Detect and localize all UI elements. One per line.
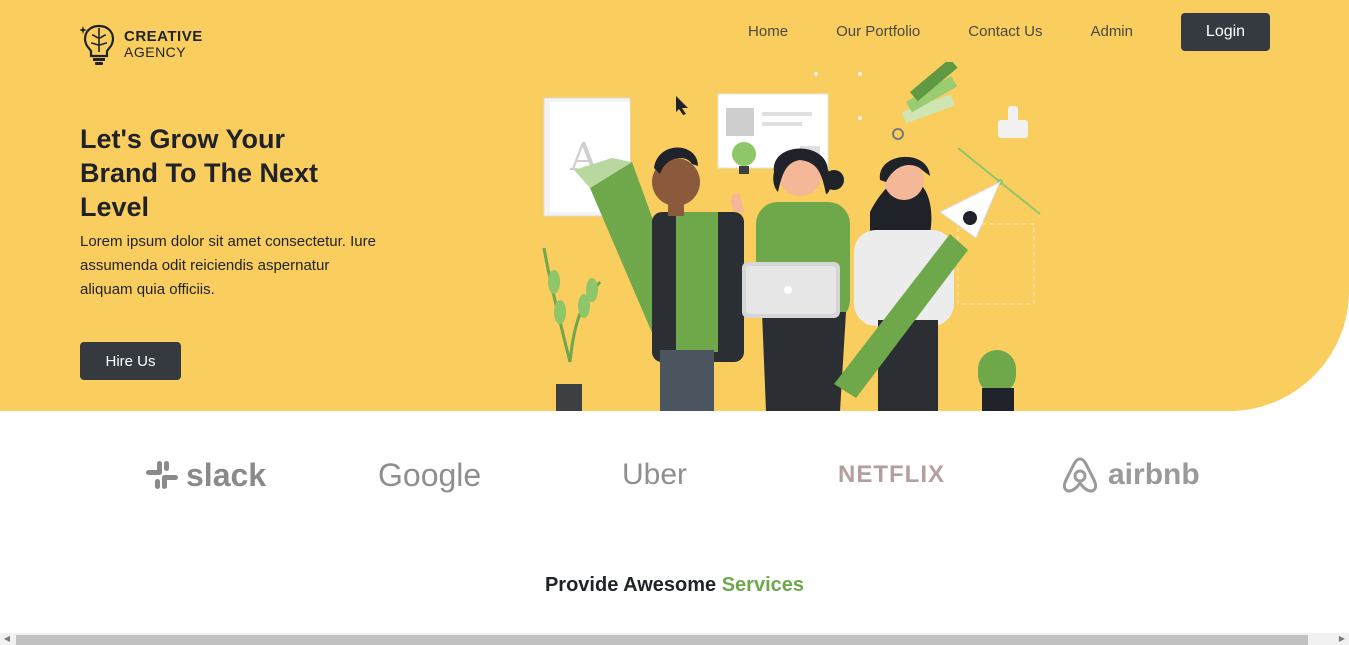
nav-home[interactable]: Home	[748, 13, 788, 51]
airbnb-icon	[1062, 457, 1098, 493]
hero-section: CREATIVE AGENCY Home Our Portfolio Conta…	[0, 0, 1349, 411]
hire-us-button[interactable]: Hire Us	[80, 342, 181, 380]
netflix-logo: NETFLIX	[838, 452, 945, 498]
uber-logo-text: Uber	[622, 458, 688, 491]
cactus-icon	[978, 350, 1016, 411]
woman-right-figure	[834, 156, 1001, 411]
color-swatch-icon	[892, 62, 958, 140]
main-nav: Home Our Portfolio Contact Us Admin Logi…	[748, 13, 1270, 51]
team-creative-illustration: A	[542, 62, 1041, 411]
scroll-left-arrow-icon[interactable]: ◀	[0, 633, 14, 645]
services-heading-highlight: Services	[721, 574, 805, 596]
airbnb-logo-text: airbnb	[1108, 458, 1200, 491]
services-heading-prefix: Provide Awesome	[544, 574, 722, 596]
slack-logo-text: slack	[186, 456, 267, 493]
nav-admin[interactable]: Admin	[1090, 13, 1133, 51]
thumbs-up-icon	[998, 106, 1028, 138]
login-button[interactable]: Login	[1181, 13, 1270, 51]
nav-our-portfolio[interactable]: Our Portfolio	[836, 13, 920, 51]
brand-logo[interactable]: CREATIVE AGENCY	[80, 22, 203, 66]
man-figure	[652, 147, 744, 411]
scrollbar-thumb[interactable]	[16, 635, 1308, 645]
google-logo-text: Google	[378, 456, 482, 493]
brand-name-line2: AGENCY	[124, 43, 187, 60]
horizontal-scrollbar[interactable]: ◀ ▶	[0, 633, 1349, 645]
scroll-right-arrow-icon[interactable]: ▶	[1335, 633, 1349, 645]
brand-name-line1: CREATIVE	[124, 27, 203, 45]
slack-logo: slack	[144, 452, 266, 498]
lightbulb-icon	[732, 142, 756, 174]
plant-icon	[542, 247, 602, 411]
google-logo: Google	[378, 452, 481, 498]
slack-icon	[146, 461, 178, 489]
cursor-icon	[676, 96, 688, 115]
airbnb-logo: airbnb	[1058, 452, 1200, 498]
hero-description: Lorem ipsum dolor sit amet consectetur. …	[80, 233, 376, 298]
woman-center-figure	[731, 148, 850, 411]
brain-bulb-icon	[80, 24, 115, 65]
partner-logos: slack Google Uber NETFLIX airbnb	[0, 440, 1349, 510]
services-heading: Provide Awesome Services	[0, 574, 1349, 597]
hero-headline: Let's Grow Your Brand To The Next Level	[80, 124, 319, 222]
netflix-logo-text: NETFLIX	[838, 461, 945, 488]
nav-contact-us[interactable]: Contact Us	[968, 13, 1042, 51]
uber-logo: Uber	[622, 452, 687, 498]
